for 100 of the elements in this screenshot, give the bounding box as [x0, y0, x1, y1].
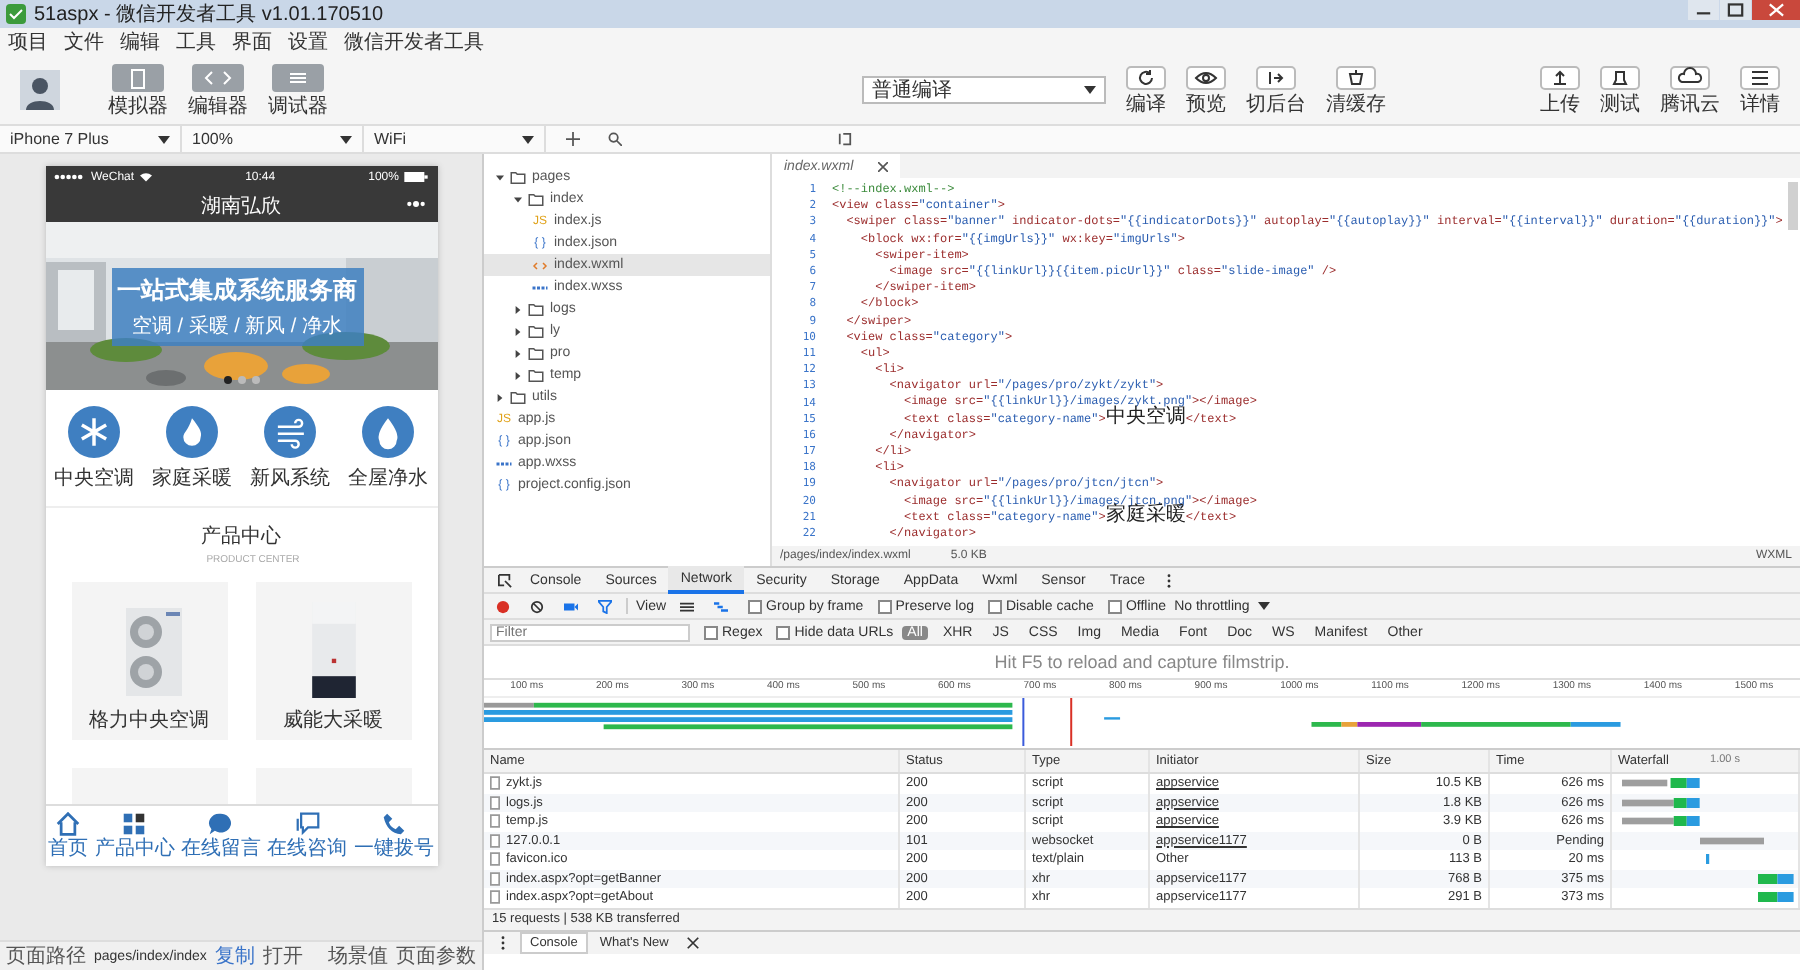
caret-icon — [1084, 86, 1096, 94]
stylesheet-icon — [532, 281, 548, 293]
split-icon[interactable] — [838, 132, 852, 146]
add-icon[interactable] — [566, 132, 580, 146]
avatar-icon[interactable] — [20, 70, 60, 110]
waterfall-bar — [1622, 797, 1701, 808]
toolbar-label: 测试 — [1600, 93, 1640, 115]
scrollbar-thumb[interactable] — [1788, 182, 1798, 230]
menu-icon[interactable] — [1740, 65, 1780, 89]
scene-button[interactable]: 场景值 — [328, 942, 388, 970]
carousel-dot[interactable] — [223, 376, 231, 384]
switch-icon[interactable] — [1256, 65, 1296, 89]
banner-subtitle: 空调 / 采暖 / 新风 / 净水 — [131, 313, 342, 340]
cloud-icon[interactable] — [1670, 65, 1710, 89]
caret-icon — [158, 135, 170, 143]
eye-icon[interactable] — [1186, 65, 1226, 89]
toolbar-label: 腾讯云 — [1660, 93, 1720, 115]
collapsed-arrow-icon[interactable] — [514, 371, 522, 379]
clear-icon[interactable] — [530, 599, 544, 613]
toolbar-label: 预览 — [1186, 93, 1226, 115]
params-button[interactable]: 页面参数 — [396, 942, 476, 970]
filmstrip-hint: Hit F5 to reload and capture filmstrip. — [994, 652, 1290, 672]
window-title: 51aspx - 微信开发者工具 v1.01.170510 — [34, 1, 384, 28]
open-link[interactable]: 打开 — [262, 942, 303, 970]
stylesheet-icon — [496, 457, 512, 469]
wifi-icon — [140, 172, 153, 182]
refresh-icon[interactable] — [1126, 65, 1166, 89]
close-icon[interactable] — [686, 935, 701, 949]
toolbar-label: 切后台 — [1246, 93, 1306, 115]
collapsed-arrow-icon[interactable] — [514, 349, 522, 357]
message-icon — [295, 812, 320, 836]
compile-mode-dropdown[interactable]: 普通编译 — [862, 76, 1106, 104]
snowflake-icon[interactable] — [68, 405, 120, 457]
record-icon[interactable] — [496, 599, 510, 613]
product-card[interactable]: 格力中央空调 — [71, 582, 227, 740]
list-view-icon[interactable] — [680, 599, 695, 613]
toolbar-label: 上传 — [1540, 93, 1580, 115]
house-icon — [56, 812, 81, 836]
drop-icon[interactable] — [362, 405, 414, 457]
menu-item[interactable]: 设置 — [288, 28, 328, 56]
collapsed-arrow-icon[interactable] — [514, 305, 522, 313]
minimize-icon[interactable] — [1688, 0, 1721, 20]
carousel-dot[interactable] — [237, 376, 245, 384]
wind-icon[interactable] — [264, 405, 316, 457]
menu-item[interactable]: 文件 — [64, 28, 104, 56]
battery-icon — [404, 172, 429, 182]
path-label: 页面路径 — [6, 944, 86, 970]
toolbar-label: 编辑器 — [188, 95, 248, 117]
caret-icon — [522, 135, 534, 143]
signal-icon — [53, 174, 85, 180]
network-dropdown[interactable]: WiFi — [374, 130, 406, 148]
tab-bar-item[interactable]: 一键拨号 — [353, 812, 434, 860]
toolbar-label: 清缓存 — [1326, 93, 1386, 115]
inspect-icon[interactable] — [498, 573, 512, 587]
close-icon[interactable] — [877, 161, 888, 171]
tab-bar-item[interactable]: 在线留言 — [180, 812, 261, 860]
carousel-dot[interactable] — [251, 376, 259, 384]
waterfall-bar — [1758, 873, 1794, 884]
grid-icon — [122, 812, 147, 836]
product-card[interactable]: 威能大采暖 — [255, 582, 411, 740]
menu-item[interactable]: 项目 — [8, 28, 48, 56]
code-icon — [532, 259, 548, 271]
maximize-icon[interactable] — [1720, 0, 1752, 20]
menu-item[interactable]: 工具 — [176, 28, 216, 56]
menu-item[interactable]: 微信开发者工具 — [344, 28, 484, 56]
expanded-arrow-icon[interactable] — [496, 173, 504, 181]
collapsed-arrow-icon[interactable] — [514, 327, 522, 335]
product-name: 格力中央空调 — [89, 707, 209, 734]
product-name: 威能大采暖 — [283, 707, 383, 734]
copy-link[interactable]: 复制 — [214, 942, 255, 970]
waterfall-view-icon[interactable] — [714, 599, 729, 613]
category-label: 家庭采暖 — [152, 465, 232, 491]
caret-icon — [1257, 602, 1270, 610]
caret-icon — [340, 135, 352, 143]
toolbar-label: 详情 — [1740, 93, 1780, 115]
app-logo-icon — [6, 4, 26, 24]
expanded-arrow-icon[interactable] — [514, 195, 522, 203]
menu-item[interactable]: 界面 — [232, 28, 272, 56]
category-label: 中央空调 — [54, 465, 134, 491]
phone-icon[interactable] — [112, 63, 164, 91]
phone-icon — [381, 812, 406, 836]
more-icon[interactable] — [405, 200, 425, 208]
filter-icon[interactable] — [598, 599, 612, 613]
upload-icon[interactable] — [1540, 65, 1580, 89]
waterfall-bar — [1622, 816, 1701, 827]
toolbar-label: 编译 — [1126, 93, 1166, 115]
zoom-dropdown[interactable]: 100% — [192, 130, 233, 148]
camera-icon[interactable] — [564, 599, 578, 613]
category-label: 新风系统 — [250, 465, 330, 491]
search-icon[interactable] — [608, 132, 622, 146]
waterfall-bar — [1700, 835, 1765, 846]
toolbar-label: 调试器 — [268, 95, 328, 117]
category-label: 全屋净水 — [348, 465, 428, 491]
more-icon[interactable] — [496, 935, 510, 949]
tab-bar-item[interactable]: 首页 — [48, 812, 89, 860]
tab-bar-item[interactable]: 产品中心 — [94, 812, 175, 860]
menu-item[interactable]: 编辑 — [120, 28, 160, 56]
collapsed-arrow-icon[interactable] — [496, 393, 504, 401]
device-dropdown[interactable]: iPhone 7 Plus — [10, 130, 109, 148]
tab-bar-item[interactable]: 在线咨询 — [267, 812, 348, 860]
